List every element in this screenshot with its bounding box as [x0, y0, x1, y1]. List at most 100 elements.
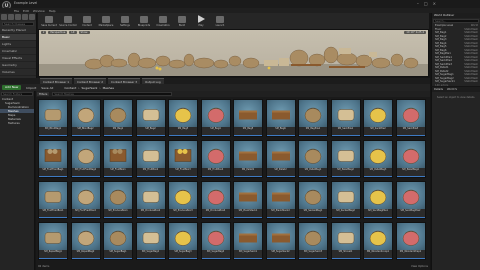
menu-file[interactable]: File	[14, 9, 19, 13]
toolbar-button[interactable]: Launch	[212, 15, 228, 27]
asset-tile[interactable]: SM_PalletBag1	[298, 140, 328, 178]
import-button[interactable]: Import	[26, 86, 36, 90]
asset-tile[interactable]: SM_SackPile1	[330, 99, 361, 137]
toolbar-button[interactable]: Marketplace	[98, 15, 114, 27]
foliage-mode-icon[interactable]	[22, 14, 28, 20]
toolbar-button[interactable]: Save Current	[41, 15, 57, 27]
asset-tile[interactable]: SM_Bag2	[135, 99, 166, 137]
asset-tile[interactable]: SM_SugarSack1	[233, 222, 263, 260]
asset-tile[interactable]: SM_SugarSack2	[265, 222, 296, 260]
asset-tile[interactable]: SM_RopedBag2	[70, 222, 101, 260]
folder-node[interactable]: Textures	[0, 121, 34, 125]
toolbar-button[interactable]: Source Control	[59, 15, 77, 27]
asset-tile[interactable]: SM_SackedBag1	[298, 181, 328, 219]
breadcrumb-item[interactable]: SugarSack	[81, 86, 97, 90]
modes-search-input[interactable]: Search Classes	[2, 22, 34, 26]
asset-tile[interactable]: SM_Bag5	[233, 99, 263, 137]
breadcrumb-separator-icon: ›	[99, 85, 101, 90]
modes-category[interactable]: Recently Placed	[0, 27, 36, 34]
toolbar-button[interactable]: Content	[79, 15, 95, 27]
menu-edit[interactable]: Edit	[23, 9, 29, 13]
asset-tile[interactable]: SM_PlankStack2	[265, 181, 296, 219]
menu-help[interactable]: Help	[49, 9, 56, 13]
toolbar-button[interactable]: Cinematics	[155, 15, 171, 27]
asset-tile[interactable]: SM_FruitFraidBag1	[38, 140, 68, 178]
asset-tile[interactable]: SM_Pallet1	[233, 140, 263, 178]
asset-tile[interactable]: SM_Shovel1	[330, 222, 361, 260]
geometry-mode-icon[interactable]	[29, 14, 35, 20]
asset-tile[interactable]: SM_ProduceBox2	[135, 181, 166, 219]
modes-category[interactable]: Lights	[0, 41, 36, 48]
asset-tile[interactable]: SM_FruitBox2	[135, 140, 166, 178]
asset-tile[interactable]: SM_SackPile3	[395, 99, 426, 137]
asset-tile[interactable]: SM_FruitFraidBox1	[38, 181, 68, 219]
asset-tile[interactable]: SM_Bag4	[200, 99, 231, 137]
folder-search-input[interactable]: Search Folders	[1, 92, 33, 96]
tab-details[interactable]: Details	[432, 87, 445, 92]
place-mode-icon[interactable]	[1, 14, 7, 20]
view-options-button[interactable]: View Options	[411, 265, 428, 270]
minimize-icon[interactable]: –	[417, 1, 419, 6]
asset-tile[interactable]: SM_ProduceBox1	[103, 181, 133, 219]
modes-category[interactable]: Volumes	[0, 69, 36, 76]
toolbar-button[interactable]: Play	[193, 15, 209, 27]
asset-tile[interactable]: SM_Bag1	[103, 99, 133, 137]
asset-tile[interactable]: SM_SugarBag3	[168, 222, 198, 260]
breadcrumb-item[interactable]: Content	[64, 86, 76, 90]
asset-tile[interactable]: SM_FruitBox1	[103, 140, 133, 178]
viewport-options-button[interactable]: ▾	[41, 31, 47, 34]
asset-tile[interactable]: SM_PalletBag3	[363, 140, 393, 178]
outliner-search-input[interactable]: Search...	[433, 19, 479, 23]
asset-tile[interactable]: SM_PlankStack1	[233, 181, 263, 219]
asset-tile[interactable]: SM_SugarBag1	[103, 222, 133, 260]
asset-tile[interactable]: SM_SackPile2	[363, 99, 393, 137]
asset-tile[interactable]: SM_Pallet2	[265, 140, 296, 178]
asset-tile[interactable]: SM_SugarSack3	[298, 222, 328, 260]
paint-mode-icon[interactable]	[8, 14, 14, 20]
breadcrumb-item[interactable]: Meshes	[103, 86, 114, 90]
close-icon[interactable]: ×	[433, 1, 436, 6]
asset-tile[interactable]: SM_PalletBag4	[395, 140, 426, 178]
save-all-button[interactable]: Save All	[41, 86, 53, 90]
lit-button[interactable]: Lit	[69, 31, 77, 34]
asset-tile[interactable]: SM_BlindBag1	[38, 99, 68, 137]
asset-tile[interactable]: SM_ProduceBox4	[200, 181, 231, 219]
asset-tile[interactable]: SM_FruitFraidBox2	[70, 181, 101, 219]
asset-tile[interactable]: SM_SackBagPile2	[395, 181, 426, 219]
show-button[interactable]: Show	[78, 31, 90, 34]
add-new-button[interactable]: Add New	[2, 85, 22, 90]
asset-tile[interactable]: SM_Bag3	[168, 99, 198, 137]
menu-window[interactable]: Window	[33, 9, 45, 13]
asset-tile[interactable]: SM_SackBagPile1	[363, 181, 393, 219]
toolbar-button[interactable]: Build	[174, 15, 190, 27]
tab-details[interactable]: World S	[445, 87, 459, 92]
asset-tile[interactable]: SM_ProduceBox3	[168, 181, 198, 219]
modes-category[interactable]: Geometry	[0, 62, 36, 69]
snap-controls[interactable]: 10 10° 0.25 4	[404, 31, 426, 34]
toolbar-button[interactable]: Settings	[117, 15, 133, 27]
asset-tile[interactable]: SM_WoodenStrap1	[395, 222, 426, 260]
asset-tile[interactable]: SM_RopedBag1	[38, 222, 68, 260]
level-tab[interactable]: Example Level	[14, 1, 37, 5]
asset-tile[interactable]: SM_SugarBag4	[200, 222, 231, 260]
level-viewport[interactable]: ▾ Perspective Lit Show 10 10° 0.25 4	[38, 29, 429, 77]
asset-tile[interactable]: SM_Bag6	[265, 99, 296, 137]
asset-tile[interactable]: SM_SackedBag2	[330, 181, 361, 219]
asset-tile[interactable]: SM_SugarBag2	[135, 222, 166, 260]
maximize-icon[interactable]: □	[424, 1, 428, 6]
modes-category[interactable]: Cinematic	[0, 48, 36, 55]
toolbar-button[interactable]: Blueprints	[136, 15, 152, 27]
asset-tile[interactable]: SM_BlindBag2	[70, 99, 101, 137]
asset-tile[interactable]: SM_FruitBox4	[200, 140, 231, 178]
landscape-mode-icon[interactable]	[15, 14, 21, 20]
asset-tile[interactable]: SM_FruitBox3	[168, 140, 198, 178]
asset-tile[interactable]: SM_BagPile1	[298, 99, 328, 137]
asset-search-input[interactable]: Search Meshes	[52, 92, 173, 96]
asset-tile[interactable]: SM_PalletBag2	[330, 140, 361, 178]
filters-button[interactable]: Filters	[37, 92, 50, 96]
asset-tile[interactable]: SM_FruitFraidBag2	[70, 140, 101, 178]
perspective-button[interactable]: Perspective	[48, 31, 68, 34]
asset-tile[interactable]: SM_WoodenScoop1	[363, 222, 393, 260]
modes-category[interactable]: Visual Effects	[0, 55, 36, 62]
modes-category[interactable]: Basic	[0, 34, 36, 41]
